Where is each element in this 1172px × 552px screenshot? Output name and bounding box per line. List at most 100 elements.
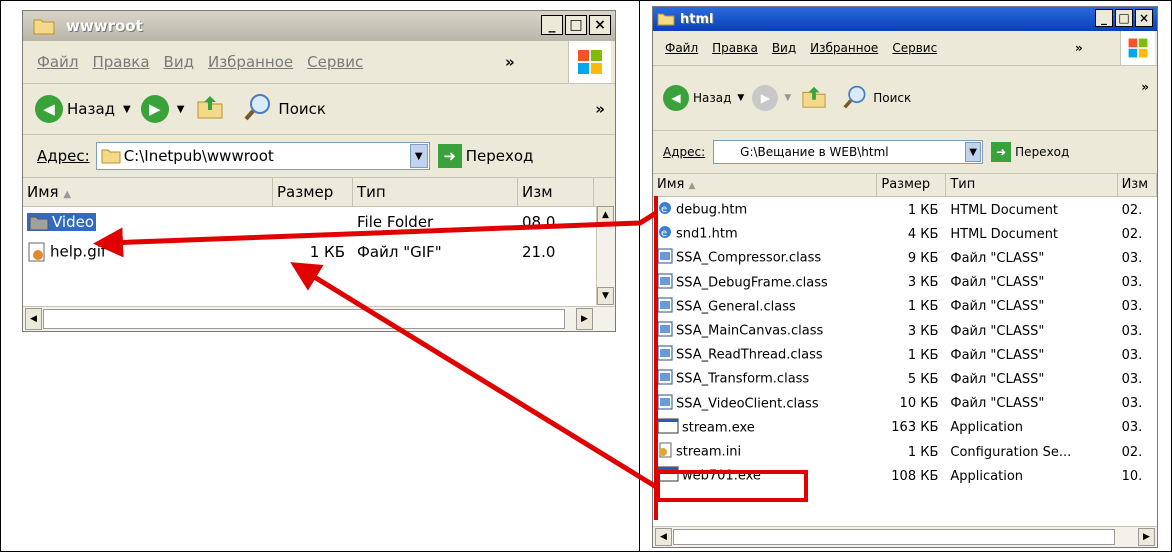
list-item[interactable]: e snd1.htm 4 КБ HTML Document 02. [653, 222, 1157, 246]
menu-bar: Файл Правка Вид Избранное Сервис » [653, 31, 1157, 66]
forward-dropdown-icon[interactable]: ▼ [784, 93, 791, 103]
list-item[interactable]: help.gif 1 КБ Файл "GIF" 21.0 [23, 238, 615, 266]
menu-favorites[interactable]: Избранное [810, 41, 878, 55]
scroll-left-icon[interactable]: ◀ [655, 528, 672, 546]
config-file-icon [657, 442, 673, 462]
ie-document-icon: e [657, 224, 673, 244]
forward-arrow-icon[interactable]: ▶ [140, 95, 169, 123]
toolbar-overflow[interactable]: » [1141, 80, 1149, 94]
back-dropdown-icon[interactable]: ▼ [737, 93, 744, 103]
file-name: SSA_DebugFrame.class [676, 275, 828, 291]
file-type: Application [950, 468, 1024, 484]
file-date: 03. [1121, 275, 1143, 291]
list-item[interactable]: SSA_Transform.class 5 КБ Файл "CLASS" 03. [653, 367, 1157, 391]
file-type: Файл "CLASS" [950, 299, 1045, 315]
file-type: Файл "GIF" [357, 243, 442, 261]
column-name[interactable]: Имя ▲ [653, 174, 878, 196]
toolbar: ◀ Назад ▼ ▶ ▼ Поиск » [23, 84, 615, 135]
forward-arrow-icon[interactable]: ▶ [752, 85, 779, 111]
menu-overflow[interactable]: » [505, 53, 515, 71]
title-bar[interactable]: html _ □ × [653, 7, 1157, 31]
list-item[interactable]: Video File Folder 08.0 [23, 208, 615, 236]
list-item[interactable]: SSA_MainCanvas.class 3 КБ Файл "CLASS" 03. [653, 319, 1157, 343]
maximize-button[interactable]: □ [565, 15, 587, 35]
list-item[interactable]: e debug.htm 1 КБ HTML Document 02. [653, 198, 1157, 222]
file-size: 1 КБ [907, 202, 939, 218]
scroll-right-icon[interactable]: ▶ [576, 308, 593, 330]
horizontal-scrollbar[interactable]: ◀ ▶ [653, 526, 1157, 547]
menu-file[interactable]: Файл [665, 41, 698, 55]
panel-divider [639, 0, 640, 552]
address-dropdown-icon[interactable]: ▼ [965, 142, 982, 162]
column-size[interactable]: Размер [877, 174, 947, 196]
menu-overflow[interactable]: » [1075, 41, 1083, 55]
search-icon[interactable] [843, 84, 869, 113]
menu-view[interactable]: Вид [164, 53, 194, 71]
address-dropdown-icon[interactable]: ▼ [409, 144, 428, 168]
list-item[interactable]: SSA_ReadThread.class 1 КБ Файл "CLASS" 03. [653, 343, 1157, 367]
scroll-down-icon[interactable]: ▼ [597, 287, 614, 305]
file-type: Файл "CLASS" [950, 275, 1045, 291]
address-input[interactable]: G:\Вещание в WEB\html ▼ [713, 140, 984, 164]
search-button-label[interactable]: Поиск [278, 100, 326, 118]
class-file-icon [657, 394, 673, 414]
list-item[interactable]: SSA_General.class 1 КБ Файл "CLASS" 03. [653, 295, 1157, 319]
go-button[interactable]: ➜ Переход [991, 142, 1069, 162]
scroll-right-icon[interactable]: ▶ [1138, 528, 1155, 546]
back-arrow-icon[interactable]: ◀ [35, 95, 63, 123]
scroll-left-icon[interactable]: ◀ [25, 308, 42, 330]
file-size: 1 КБ [907, 347, 939, 363]
svg-text:e: e [661, 228, 667, 239]
minimize-button[interactable]: _ [541, 15, 563, 35]
list-item[interactable]: SSA_DebugFrame.class 3 КБ Файл "CLASS" 03. [653, 271, 1157, 295]
close-button[interactable]: × [1135, 9, 1153, 27]
back-dropdown-icon[interactable]: ▼ [123, 104, 131, 115]
menu-view[interactable]: Вид [772, 41, 796, 55]
menu-tools[interactable]: Сервис [892, 41, 937, 55]
menu-file[interactable]: Файл [37, 53, 78, 71]
minimize-button[interactable]: _ [1095, 9, 1113, 27]
back-button-label[interactable]: Назад [693, 91, 731, 105]
search-icon[interactable] [244, 92, 274, 126]
forward-dropdown-icon[interactable]: ▼ [177, 104, 185, 115]
file-date: 03. [1121, 323, 1143, 339]
list-item[interactable]: stream.ini 1 КБ Configuration Se... 02. [653, 440, 1157, 464]
file-size: 9 КБ [907, 250, 939, 266]
column-type[interactable]: Тип [946, 174, 1118, 196]
list-item[interactable]: stream.exe 163 КБ Application 03. [653, 416, 1157, 440]
list-item[interactable]: web701.exe 108 КБ Application 10. [653, 464, 1157, 488]
column-name[interactable]: Имя ▲ [23, 178, 273, 206]
search-button-label[interactable]: Поиск [873, 91, 911, 105]
file-date: 02. [1121, 226, 1143, 242]
list-item[interactable]: SSA_VideoClient.class 10 КБ Файл "CLASS" 03… [653, 392, 1157, 416]
menu-tools[interactable]: Сервис [307, 53, 363, 71]
vertical-scrollbar[interactable]: ▲ ▼ [596, 206, 615, 305]
column-modified[interactable]: Изм [1118, 174, 1157, 196]
scroll-up-icon[interactable]: ▲ [597, 206, 614, 224]
file-name: help.gif [50, 242, 107, 261]
menu-edit[interactable]: Правка [712, 41, 758, 55]
close-button[interactable]: × [589, 15, 611, 35]
file-date: 10. [1121, 468, 1143, 484]
file-type: Файл "CLASS" [950, 347, 1045, 363]
scroll-thumb[interactable] [43, 309, 565, 329]
column-size[interactable]: Размер [273, 178, 353, 206]
maximize-button[interactable]: □ [1115, 9, 1133, 27]
file-type: Файл "CLASS" [950, 250, 1045, 266]
back-button-label[interactable]: Назад [67, 100, 115, 118]
address-input[interactable]: C:\Inetpub\wwwroot ▼ [95, 142, 430, 170]
column-modified[interactable]: Изм [518, 178, 594, 206]
horizontal-scrollbar[interactable]: ◀ ▶ [23, 306, 615, 331]
back-arrow-icon[interactable]: ◀ [663, 85, 689, 111]
folder-up-icon[interactable] [196, 94, 224, 124]
go-button[interactable]: ➜ Переход [437, 144, 533, 168]
file-date: 03. [1121, 371, 1143, 387]
column-type[interactable]: Тип [353, 178, 518, 206]
toolbar-overflow[interactable]: » [595, 100, 605, 118]
scroll-thumb[interactable] [673, 529, 1115, 545]
title-bar[interactable]: wwwroot _ □ × [23, 11, 615, 41]
menu-edit[interactable]: Правка [92, 53, 149, 71]
list-item[interactable]: SSA_Compressor.class 9 КБ Файл "CLASS" 03. [653, 246, 1157, 270]
folder-up-icon[interactable] [801, 85, 827, 112]
menu-favorites[interactable]: Избранное [208, 53, 293, 71]
